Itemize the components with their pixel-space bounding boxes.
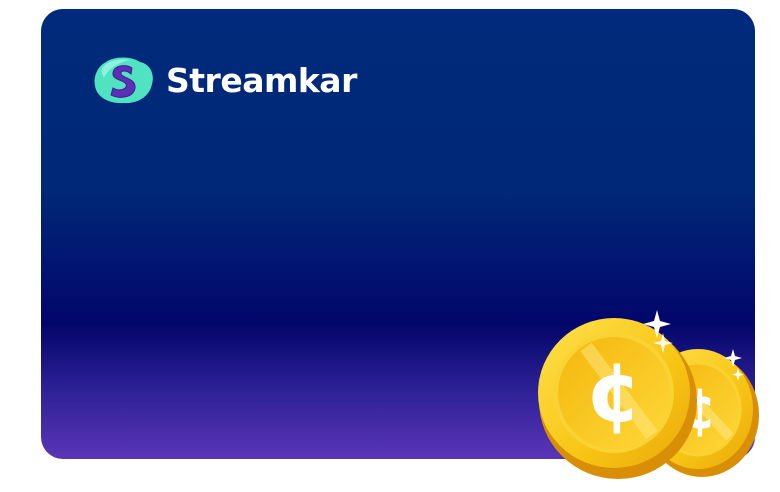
streamkar-logo-icon	[94, 57, 153, 104]
svg-text:¢: ¢	[585, 346, 642, 441]
gold-coins-icon: ¢ ¢	[538, 310, 759, 479]
large-coin: ¢	[538, 318, 697, 479]
brand-name: Streamkar	[166, 60, 357, 100]
brand: Streamkar	[92, 54, 357, 106]
